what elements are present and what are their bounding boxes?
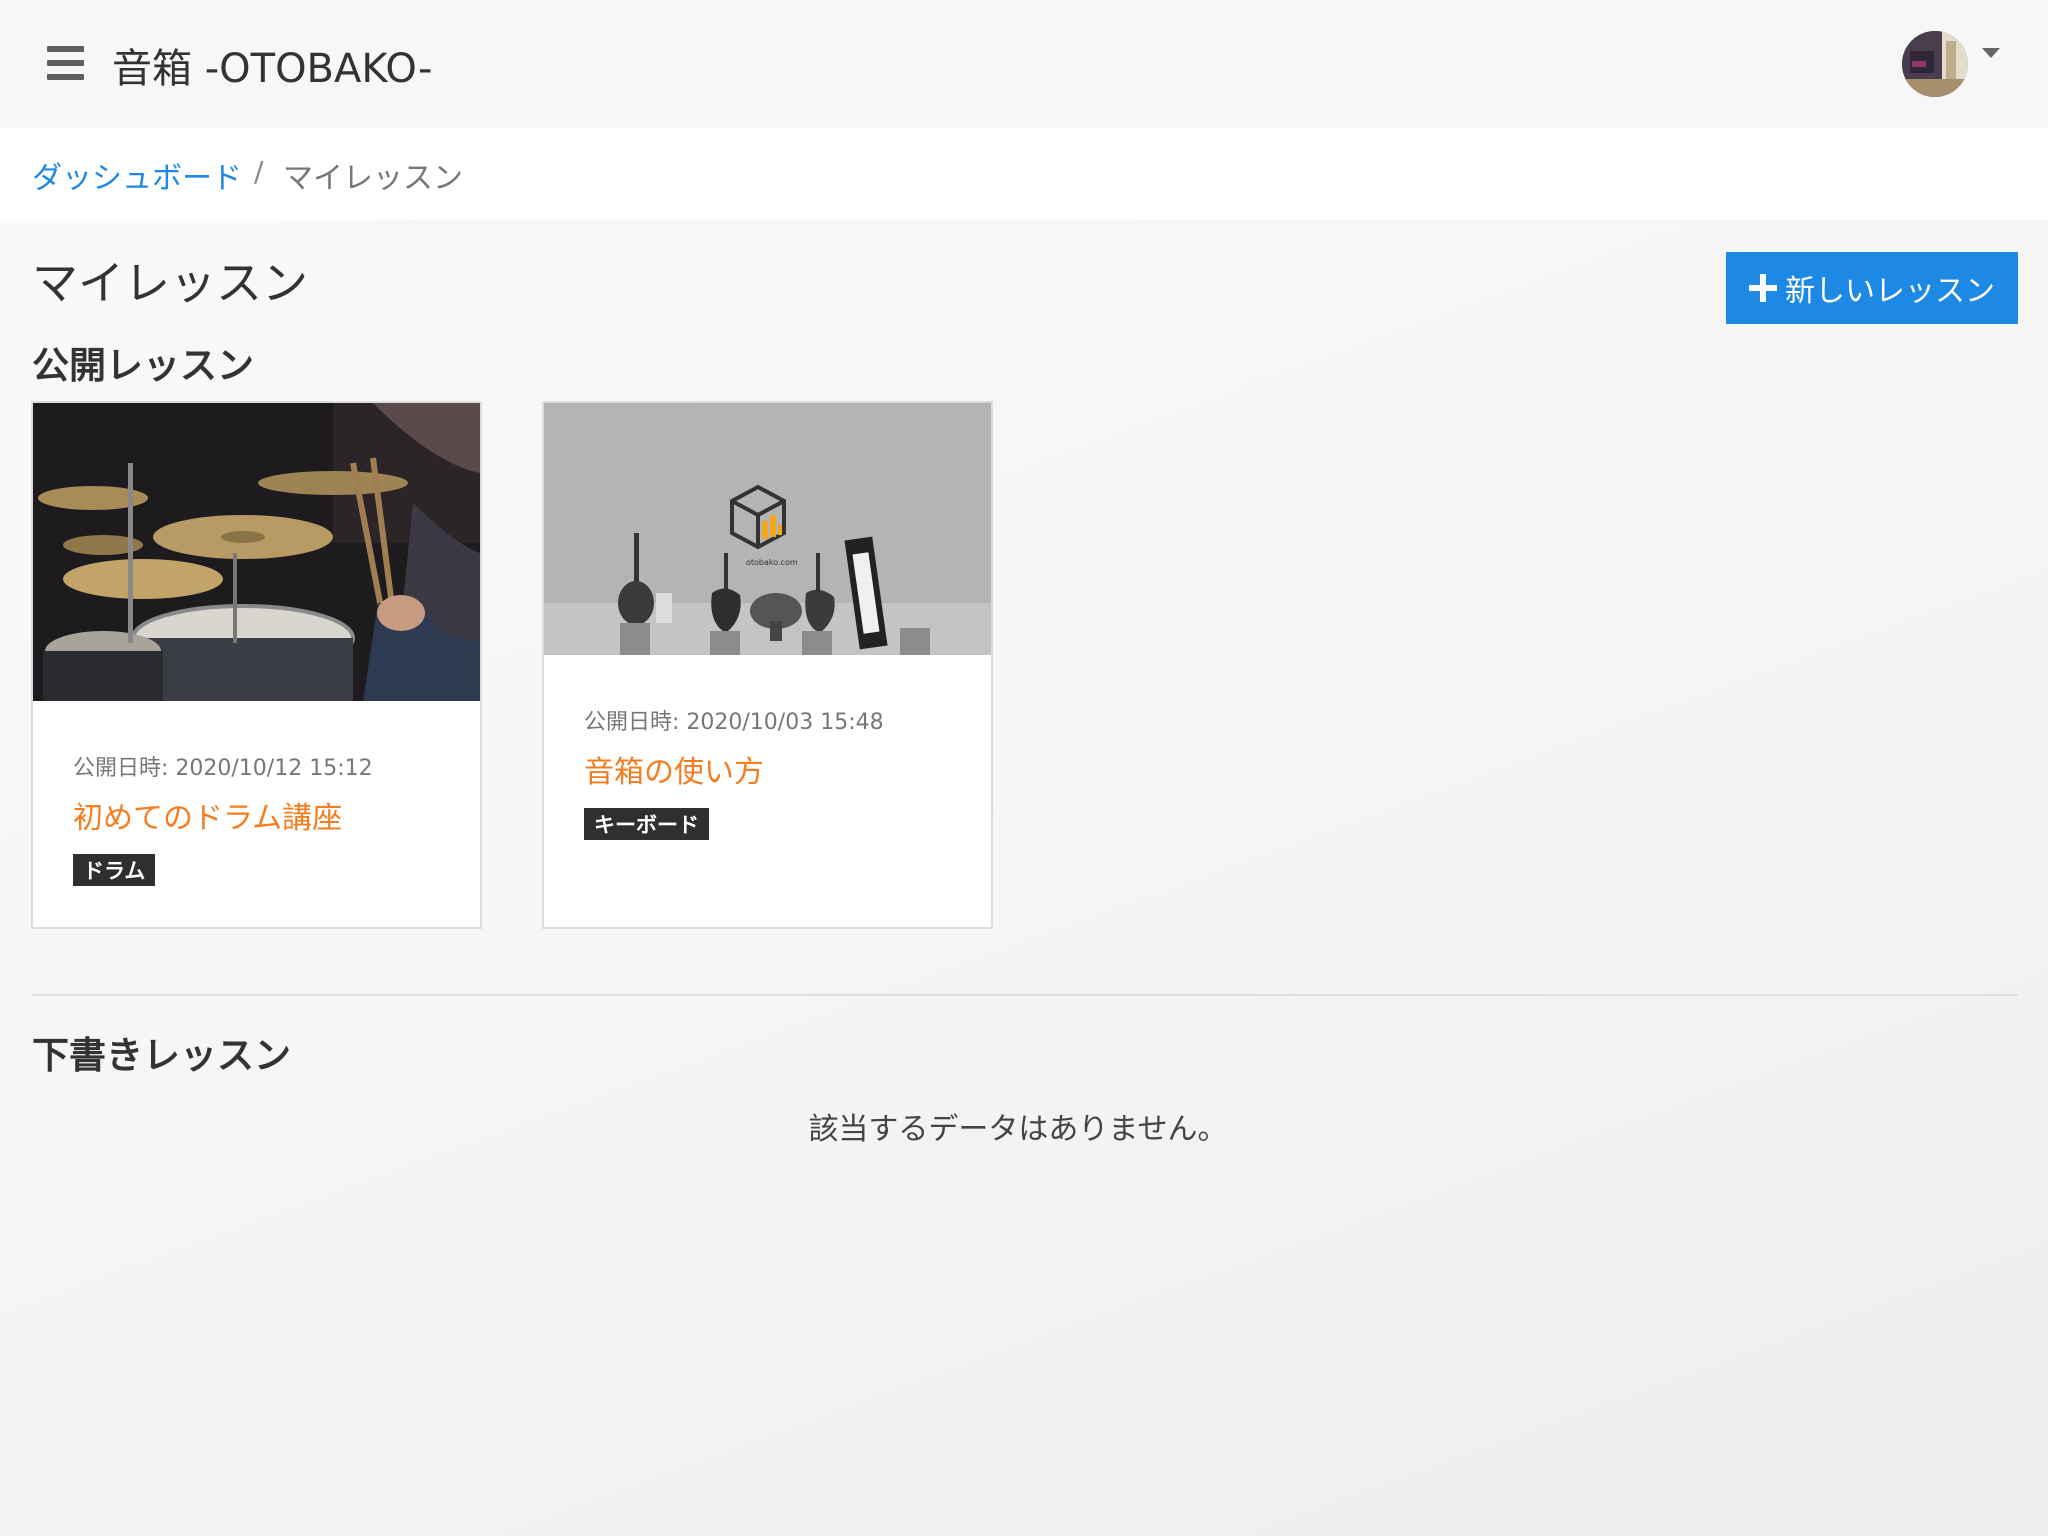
- hamburger-menu-icon[interactable]: [47, 46, 84, 80]
- breadcrumb-current: マイレッスン: [283, 161, 463, 196]
- section-divider: [32, 994, 2018, 996]
- lesson-title-link[interactable]: 音箱の使い方: [584, 747, 764, 791]
- public-lessons-heading: 公開レッスン: [32, 344, 254, 387]
- lesson-published-date: 公開日時: 2020/10/12 15:12: [73, 756, 373, 781]
- draft-lessons-heading: 下書きレッスン: [32, 1034, 291, 1077]
- lesson-thumbnail-instruments: otobako.com: [544, 403, 991, 655]
- plus-icon: [1749, 274, 1777, 302]
- user-avatar[interactable]: [1902, 31, 1968, 97]
- new-lesson-button[interactable]: 新しいレッスン: [1726, 252, 2018, 324]
- page-title: マイレッスン: [32, 256, 308, 310]
- lesson-card[interactable]: 公開日時: 2020/10/12 15:12 初めてのドラム講座 ドラム: [31, 401, 482, 929]
- draft-empty-message: 該当するデータはありません。: [808, 1112, 1228, 1147]
- lesson-category-tag: キーボード: [584, 808, 709, 840]
- lesson-card[interactable]: otobako.com 公開日時: 2020/10/03 15:48 音箱の使い…: [542, 401, 993, 929]
- breadcrumb-dashboard-link[interactable]: ダッシュボード: [32, 153, 242, 197]
- breadcrumb: ダッシュボード / マイレッスン: [0, 128, 2048, 220]
- top-navbar: 音箱 -OTOBAKO-: [0, 0, 2048, 128]
- breadcrumb-separator: /: [254, 155, 264, 188]
- lesson-category-tag: ドラム: [73, 854, 156, 886]
- new-lesson-button-label: 新しいレッスン: [1785, 274, 1995, 309]
- logo-caption: otobako.com: [746, 558, 798, 567]
- lesson-title-link[interactable]: 初めてのドラム講座: [73, 793, 342, 837]
- user-menu-caret-icon[interactable]: [1982, 48, 2000, 58]
- app-title[interactable]: 音箱 -OTOBAKO-: [112, 36, 432, 94]
- lesson-thumbnail-drums: [33, 403, 480, 701]
- lesson-published-date: 公開日時: 2020/10/03 15:48: [584, 710, 884, 735]
